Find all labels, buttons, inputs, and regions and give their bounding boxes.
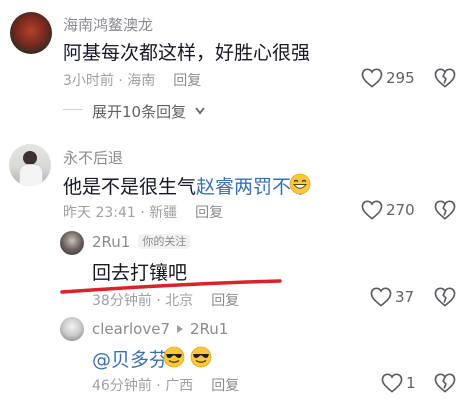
comment-meta: 昨天 23:41 · 新疆 回复 [63,205,224,221]
comment-time: 3小时前 [63,73,114,89]
reply-username[interactable]: clearlove7 2Ru1 [92,320,228,338]
like-count: 1 [406,374,416,392]
chevron-down-icon [195,107,205,115]
comment-text: 他是不是很生气赵睿两罚不中 [63,172,310,199]
reply-button[interactable]: 回复 [195,205,223,221]
dislike-heart-icon[interactable] [434,68,456,88]
reply-to-username[interactable]: 2Ru1 [190,320,228,338]
heart-icon[interactable] [361,68,383,88]
comment-text-prefix: 他是不是很生气 [63,176,197,198]
avatar[interactable] [10,12,52,54]
comment-location: 海南 [127,73,156,89]
avatar[interactable] [60,317,84,341]
reply-meta: 38分钟前 · 北京 回复 [92,293,240,309]
avatar[interactable] [60,231,84,255]
reply-location: 北京 [165,293,194,309]
reply-text: @贝多芬 [92,345,168,372]
reply-username-text[interactable]: clearlove7 [92,320,170,338]
avatar-figure [23,151,37,165]
sunglasses-emoji [163,346,185,368]
avatar-figure-body [19,164,43,186]
grin-emoji [289,173,311,195]
comment-text: 阿基每次都这样，好胜心很强 [63,42,311,64]
reply-time: 46分钟前 [92,378,152,394]
expand-replies-label: 展开10条回复 [92,103,187,121]
like-count: 270 [386,201,415,219]
heart-icon[interactable] [370,287,392,307]
mention-link[interactable]: @贝多芬 [92,349,168,371]
reply-arrow-icon [177,325,183,333]
expand-divider [63,109,83,110]
avatar[interactable] [9,144,51,186]
reply-time: 38分钟前 [92,293,152,309]
reply-username-text[interactable]: 2Ru1 [92,233,130,251]
reply-location: 广西 [165,378,194,394]
heart-icon[interactable] [381,373,403,393]
like-count: 295 [386,69,415,87]
reply-username[interactable]: 2Ru1 你的关注 [92,233,191,251]
comment-username[interactable]: 海南鸿鳌澳龙 [63,14,153,35]
comment-username[interactable]: 永不后退 [63,147,123,168]
comment-location: 新疆 [149,205,178,221]
following-tag: 你的关注 [138,234,191,249]
reply-button[interactable]: 回复 [211,293,239,309]
reply-meta: 46分钟前 · 广西 回复 [92,378,240,394]
dislike-heart-icon[interactable] [434,287,456,307]
sunglasses-emoji [190,346,212,368]
comment-meta: 3小时前 · 海南 回复 [63,73,202,89]
dislike-heart-icon[interactable] [434,200,456,220]
heart-icon[interactable] [361,200,383,220]
reply-button[interactable]: 回复 [211,378,239,394]
expand-replies-button[interactable]: 展开10条回复 [92,101,206,122]
comment-time: 昨天 23:41 [63,205,136,221]
like-count: 37 [395,288,415,306]
dislike-heart-icon[interactable] [434,373,456,393]
reply-button[interactable]: 回复 [173,73,201,89]
